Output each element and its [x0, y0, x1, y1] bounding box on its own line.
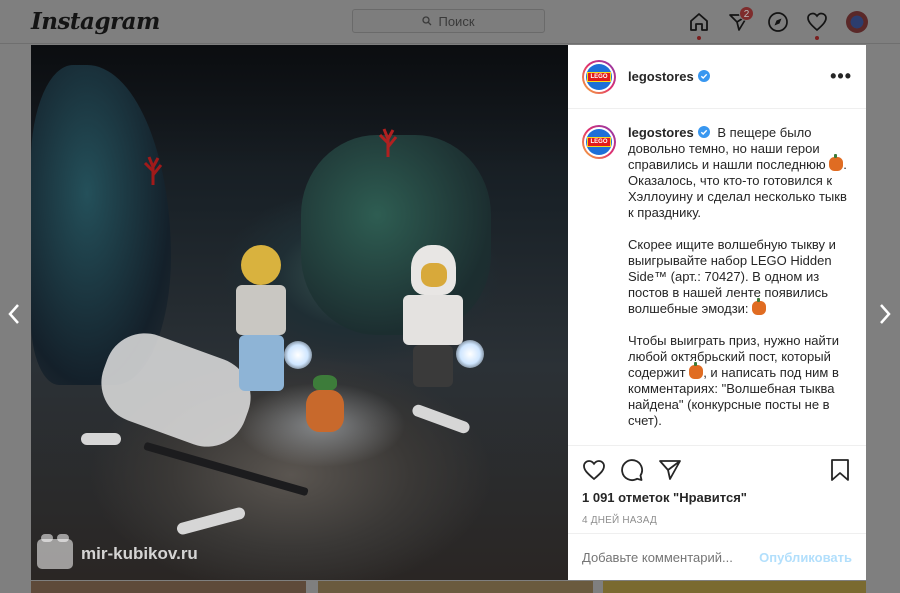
- boy-minifig-legs: [413, 345, 453, 387]
- bone: [410, 403, 472, 435]
- activity-dot: [815, 36, 819, 40]
- red-weed-decoration: [378, 128, 398, 157]
- lego-logo-text: LEGO: [587, 71, 611, 82]
- caption-paragraph: Скорее ищите волшебную тыкву и выигрывай…: [628, 237, 854, 317]
- share-icon[interactable]: [658, 458, 682, 482]
- girl-minifig-body: [236, 285, 286, 335]
- watermark-text: mir-kubikov.ru: [81, 544, 198, 563]
- like-icon[interactable]: [582, 458, 606, 482]
- post-side-panel: LEGO legostores ••• LEGO legostores В пе…: [568, 45, 866, 580]
- verified-icon: [697, 126, 710, 138]
- lego-logo-icon: LEGO: [586, 63, 612, 90]
- caption: LEGO legostores В пещере было довольно т…: [582, 125, 854, 445]
- feed-tile: [603, 581, 866, 593]
- more-options-button[interactable]: •••: [830, 66, 852, 87]
- pumpkin: [306, 390, 344, 432]
- lego-logo-text: LEGO: [587, 137, 611, 147]
- instagram-logo[interactable]: Instagram: [31, 8, 160, 35]
- bone: [175, 506, 247, 536]
- comment-input[interactable]: [582, 549, 760, 565]
- girl-minifig-legs: [239, 335, 284, 391]
- lantern-glow: [456, 340, 484, 368]
- caption-paragraph: legostores В пещере было довольно темно,…: [628, 125, 854, 221]
- prev-post-arrow[interactable]: [5, 302, 23, 326]
- avatar-inner: LEGO: [584, 127, 614, 157]
- lego-logo-icon: LEGO: [586, 129, 612, 155]
- post-image[interactable]: mir-kubikov.ru: [31, 45, 568, 580]
- comment-form: Опубликовать: [568, 533, 866, 580]
- profile-avatar[interactable]: [846, 11, 868, 33]
- search-box[interactable]: Поиск: [352, 9, 545, 33]
- author-avatar[interactable]: LEGO: [582, 59, 616, 94]
- pumpkin-emoji-icon: [689, 362, 704, 379]
- lantern-glow: [284, 341, 312, 369]
- pumpkin-emoji-icon: [829, 154, 844, 171]
- girl-minifig-head: [241, 245, 281, 285]
- caption-p2: Скорее ищите волшебную тыкву и выигрывай…: [628, 237, 836, 316]
- boy-minifig-body: [403, 295, 463, 345]
- red-weed-decoration: [143, 156, 163, 185]
- home-icon[interactable]: [688, 11, 710, 33]
- caption-paragraph: Чтобы выиграть приз, нужно найти любой о…: [628, 333, 854, 429]
- save-icon[interactable]: [828, 458, 852, 482]
- lego-brick-icon: [37, 534, 73, 569]
- caption-avatar[interactable]: LEGO: [582, 125, 616, 159]
- post-modal: mir-kubikov.ru LEGO legostores ••• LEGO …: [31, 45, 866, 580]
- avatar-inner: LEGO: [584, 61, 614, 92]
- post-actions-area: 1 091 отметок "Нравится" 4 ДНЕЙ НАЗАД: [568, 445, 866, 534]
- pumpkin-emoji-icon: [752, 298, 767, 315]
- caption-text: legostores В пещере было довольно темно,…: [628, 125, 854, 445]
- top-nav: Instagram Поиск 2: [0, 0, 900, 44]
- sword: [143, 441, 309, 497]
- direct-badge: 2: [739, 6, 754, 21]
- author-username[interactable]: legostores: [628, 69, 710, 84]
- pumpkin-leaves: [313, 375, 337, 391]
- activity-icon[interactable]: [806, 11, 828, 33]
- publish-button[interactable]: Опубликовать: [759, 550, 852, 565]
- action-bar: [568, 446, 866, 488]
- watermark: mir-kubikov.ru: [37, 534, 198, 569]
- search-icon: [422, 16, 432, 26]
- verified-icon: [697, 70, 710, 82]
- bone: [81, 433, 121, 445]
- caption-username[interactable]: legostores: [628, 125, 710, 140]
- next-post-arrow[interactable]: [876, 302, 894, 326]
- likes-count[interactable]: 1 091 отметок "Нравится": [568, 488, 866, 507]
- search-placeholder: Поиск: [438, 13, 475, 29]
- feed-tile: [31, 581, 306, 593]
- home-active-dot: [697, 36, 701, 40]
- explore-icon[interactable]: [767, 11, 789, 33]
- author-username-text: legostores: [628, 69, 694, 84]
- post-header: LEGO legostores •••: [568, 45, 866, 109]
- comment-icon[interactable]: [620, 458, 644, 482]
- feed-tile: [318, 581, 593, 593]
- caption-username-text: legostores: [628, 125, 694, 140]
- post-date[interactable]: 4 ДНЕЙ НАЗАД: [568, 507, 866, 534]
- boy-minifig-face: [421, 263, 447, 287]
